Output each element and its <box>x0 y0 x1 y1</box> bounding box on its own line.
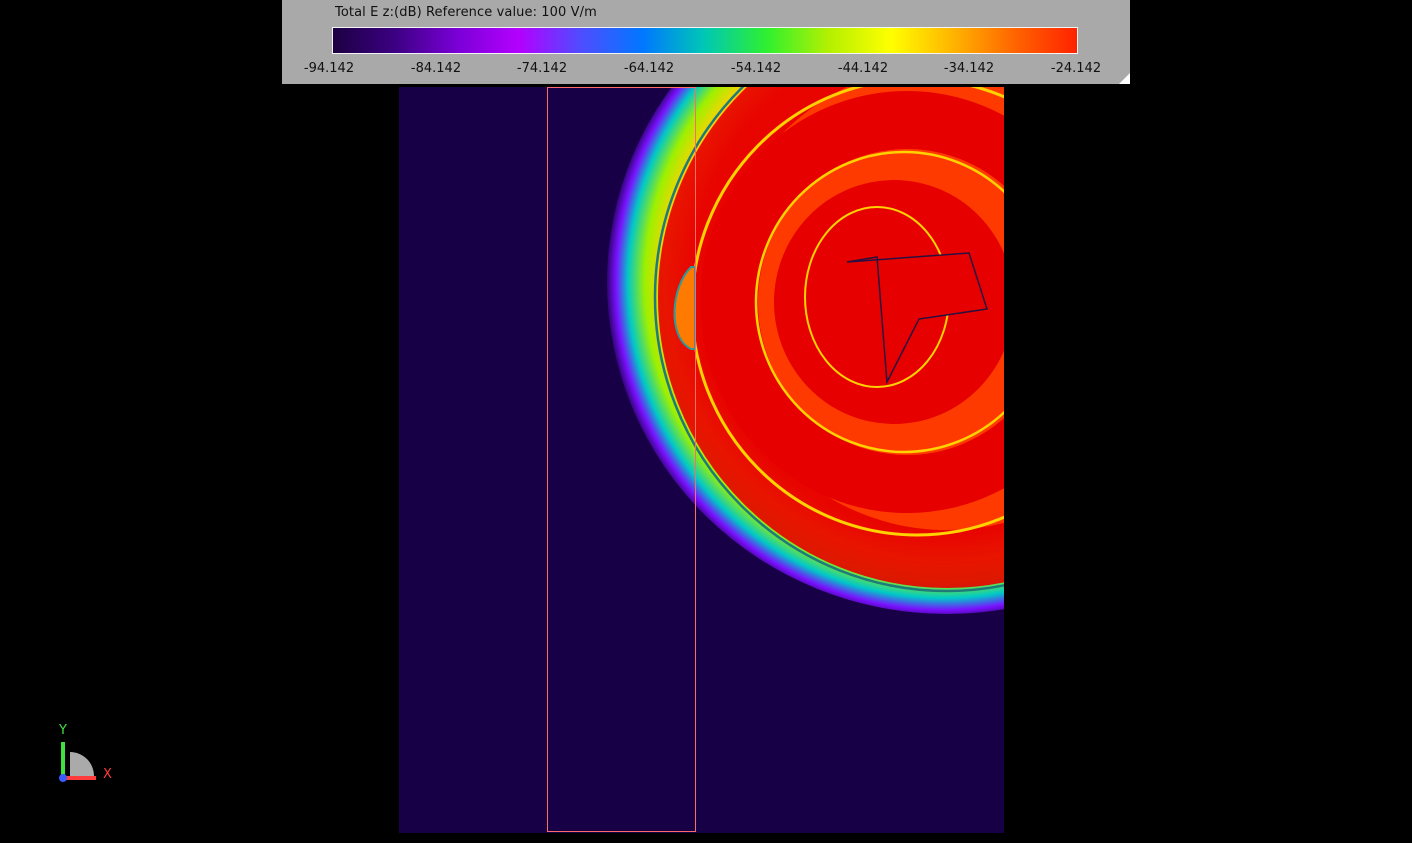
y-axis-label: Y <box>58 723 67 738</box>
legend-tick: -74.142 <box>516 61 568 76</box>
legend-title: Total E z:(dB) Reference value: 100 V/m <box>335 5 597 20</box>
legend-tick: -34.142 <box>943 61 995 76</box>
legend-tick: -84.142 <box>410 61 462 76</box>
z-axis-dot <box>59 774 67 782</box>
legend-tick: -54.142 <box>730 61 782 76</box>
legend-tick: -64.142 <box>623 61 675 76</box>
legend-tick: -24.142 <box>1050 61 1102 76</box>
x-axis-label: X <box>103 767 112 782</box>
axis-arc <box>70 752 94 776</box>
legend-resize-grip[interactable] <box>1119 73 1130 84</box>
field-plot[interactable] <box>399 87 1004 833</box>
legend-color-bar <box>332 27 1078 54</box>
axes-triad: Y X <box>58 723 112 782</box>
color-legend: Total E z:(dB) Reference value: 100 V/m … <box>282 0 1130 84</box>
legend-tick: -44.142 <box>837 61 889 76</box>
legend-tick: -94.142 <box>303 61 355 76</box>
